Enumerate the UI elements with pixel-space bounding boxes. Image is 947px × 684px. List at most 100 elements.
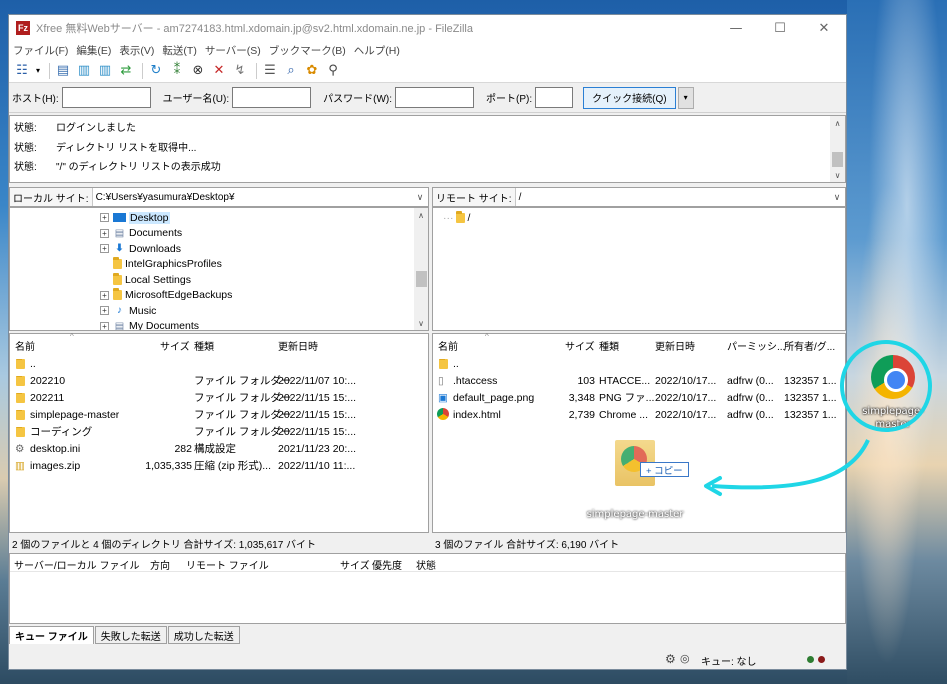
expand-icon[interactable]: + bbox=[100, 306, 109, 316]
reconnect-icon[interactable]: ↯ bbox=[231, 62, 249, 80]
refresh-icon[interactable]: ↻ bbox=[147, 62, 165, 80]
maximize-button[interactable]: ☐ bbox=[758, 15, 802, 41]
log-scrollbar[interactable]: ∧ ∨ bbox=[830, 116, 845, 182]
local-file-list: 名前 ^ サイズ 種類 更新日時 .. 202210 ファイル フォルダー 20… bbox=[9, 332, 429, 533]
menu-transfer[interactable]: 転送(T) bbox=[162, 43, 196, 58]
tree-item-music[interactable]: + ♪ Music bbox=[100, 303, 156, 319]
tree-item-local-settings[interactable]: Local Settings bbox=[113, 272, 191, 288]
zip-file-icon: ▥ bbox=[15, 459, 25, 472]
filter-icon[interactable]: ⌕ bbox=[282, 62, 300, 80]
column-type[interactable]: 種類 bbox=[194, 338, 214, 353]
toggle-local-tree-icon[interactable]: ▥ bbox=[75, 62, 93, 80]
process-queue-icon[interactable]: ⁑ bbox=[168, 62, 186, 80]
toggle-queue-icon[interactable]: ⇄ bbox=[117, 62, 135, 80]
binoculars-icon[interactable]: ⚲ bbox=[324, 62, 342, 80]
host-input[interactable] bbox=[61, 87, 151, 108]
table-row[interactable]: ▥ images.zip 1,035,335 圧縮 (zip 形式)... 20… bbox=[10, 457, 428, 474]
column-direction[interactable]: 方向 bbox=[150, 557, 170, 572]
tree-item-microsoftedgebackups[interactable]: + MicrosoftEdgeBackups bbox=[100, 288, 232, 304]
expand-icon[interactable]: + bbox=[100, 321, 109, 330]
speed-limit-icon[interactable]: ◎ bbox=[680, 652, 690, 665]
local-tree-scrollbar[interactable]: ∧ ∨ bbox=[414, 208, 428, 330]
chevron-down-icon[interactable]: ∨ bbox=[412, 192, 428, 203]
column-priority[interactable]: 優先度 bbox=[372, 557, 402, 572]
scrollbar-thumb[interactable] bbox=[832, 152, 843, 167]
gear-icon[interactable]: ⚙ bbox=[665, 652, 676, 666]
tree-item-desktop[interactable]: + Desktop bbox=[100, 210, 170, 226]
menu-edit[interactable]: 編集(E) bbox=[76, 43, 111, 58]
toggle-log-icon[interactable]: ▤ bbox=[54, 62, 72, 80]
quickconnect-dropdown-icon[interactable]: ▾ bbox=[677, 86, 694, 109]
column-name[interactable]: 名前 bbox=[15, 338, 35, 353]
column-name[interactable]: 名前 bbox=[438, 338, 458, 353]
remote-path-input[interactable]: / bbox=[516, 192, 829, 203]
column-modified[interactable]: 更新日時 bbox=[278, 338, 318, 353]
menu-bar: ファイル(F) 編集(E) 表示(V) 転送(T) サーバー(S) ブックマーク… bbox=[9, 41, 846, 59]
tab-queued-files[interactable]: キュー ファイル bbox=[9, 626, 94, 644]
column-status[interactable]: 状態 bbox=[416, 557, 436, 572]
tree-item-root[interactable]: ··· / bbox=[443, 210, 470, 226]
expand-icon[interactable]: + bbox=[100, 228, 109, 238]
scroll-up-icon[interactable]: ∧ bbox=[414, 208, 428, 222]
quickconnect-button[interactable]: クイック接続(Q) bbox=[583, 86, 676, 109]
tree-item-downloads[interactable]: + ⬇ Downloads bbox=[100, 241, 181, 257]
table-row[interactable]: コーディング ファイル フォルダー 2022/11/15 15:... bbox=[10, 423, 428, 440]
column-modified[interactable]: 更新日時 bbox=[655, 338, 695, 353]
table-row[interactable]: ▣ default_page.png 3,348 PNG ファ... 2022/… bbox=[433, 389, 845, 406]
column-owner[interactable]: 所有者/グ... bbox=[784, 338, 835, 353]
menu-server[interactable]: サーバー(S) bbox=[205, 43, 261, 58]
site-manager-icon[interactable]: ☷ bbox=[13, 62, 31, 80]
column-server-local-file[interactable]: サーバー/ローカル ファイル bbox=[14, 557, 139, 572]
tree-item-documents[interactable]: + ▤ Documents bbox=[100, 226, 182, 242]
expand-icon[interactable]: + bbox=[100, 213, 109, 223]
menu-bookmarks[interactable]: ブックマーク(B) bbox=[269, 43, 346, 58]
title-bar: Fz Xfree 無料Webサーバー - am7274183.html.xdom… bbox=[9, 15, 846, 41]
toggle-remote-tree-icon[interactable]: ▥ bbox=[96, 62, 114, 80]
scrollbar-thumb[interactable] bbox=[416, 271, 427, 287]
minimize-button[interactable]: — bbox=[714, 15, 758, 41]
column-size[interactable]: サイズ bbox=[565, 338, 595, 353]
settings-file-icon: ⚙ bbox=[15, 442, 25, 455]
port-input[interactable] bbox=[535, 87, 574, 108]
scroll-up-icon[interactable]: ∧ bbox=[830, 116, 845, 130]
remote-site-label: リモート サイト: bbox=[433, 188, 516, 206]
sync-browse-icon[interactable]: ✿ bbox=[303, 62, 321, 80]
drag-label: simplepage-master bbox=[586, 509, 684, 520]
tab-successful-transfers[interactable]: 成功した転送 bbox=[167, 626, 240, 644]
folder-icon bbox=[16, 376, 25, 386]
menu-view[interactable]: 表示(V) bbox=[119, 43, 154, 58]
expand-icon[interactable]: + bbox=[100, 290, 109, 300]
table-row[interactable]: .. bbox=[10, 355, 428, 372]
password-input[interactable] bbox=[395, 87, 475, 108]
disconnect-icon[interactable]: ✕ bbox=[210, 62, 228, 80]
table-row[interactable]: 202211 ファイル フォルダー 2022/11/15 15:... bbox=[10, 389, 428, 406]
tree-item-my-documents[interactable]: + ▤ My Documents bbox=[100, 319, 199, 330]
window-title: Xfree 無料Webサーバー - am7274183.html.xdomain… bbox=[36, 23, 473, 35]
close-button[interactable]: ✕ bbox=[802, 15, 846, 41]
username-input[interactable] bbox=[232, 87, 312, 108]
table-row[interactable]: ▯ .htaccess 103 HTACCE... 2022/10/17... … bbox=[433, 372, 845, 389]
expand-icon[interactable]: + bbox=[100, 244, 109, 254]
dropdown-icon[interactable]: ▾ bbox=[34, 62, 42, 80]
table-row[interactable]: ⚙ desktop.ini 282 構成設定 2021/11/23 20:... bbox=[10, 440, 428, 457]
menu-help[interactable]: ヘルプ(H) bbox=[354, 43, 400, 58]
table-row[interactable]: 202210 ファイル フォルダー 2022/11/07 10:... bbox=[10, 372, 428, 389]
scroll-down-icon[interactable]: ∨ bbox=[414, 316, 428, 330]
menu-file[interactable]: ファイル(F) bbox=[13, 43, 68, 58]
cancel-icon[interactable]: ⊗ bbox=[189, 62, 207, 80]
column-permissions[interactable]: パーミッシ... bbox=[727, 338, 785, 353]
column-size[interactable]: サイズ bbox=[340, 557, 370, 572]
host-label: ホスト(H): bbox=[12, 94, 59, 105]
chevron-down-icon[interactable]: ∨ bbox=[829, 192, 845, 203]
compare-icon[interactable]: ☰ bbox=[261, 62, 279, 80]
column-size[interactable]: サイズ bbox=[160, 338, 190, 353]
local-path-input[interactable]: C:¥Users¥yasumura¥Desktop¥ bbox=[93, 192, 412, 203]
table-row[interactable]: index.html 2,739 Chrome ... 2022/10/17..… bbox=[433, 406, 845, 423]
table-row[interactable]: simplepage-master ファイル フォルダー 2022/11/15 … bbox=[10, 406, 428, 423]
column-remote-file[interactable]: リモート ファイル bbox=[186, 557, 269, 572]
scroll-down-icon[interactable]: ∨ bbox=[830, 168, 845, 182]
table-row[interactable]: .. bbox=[433, 355, 845, 372]
column-type[interactable]: 種類 bbox=[599, 338, 619, 353]
tab-failed-transfers[interactable]: 失敗した転送 bbox=[94, 626, 167, 644]
tree-item-intelgraphicsprofiles[interactable]: IntelGraphicsProfiles bbox=[113, 257, 222, 273]
